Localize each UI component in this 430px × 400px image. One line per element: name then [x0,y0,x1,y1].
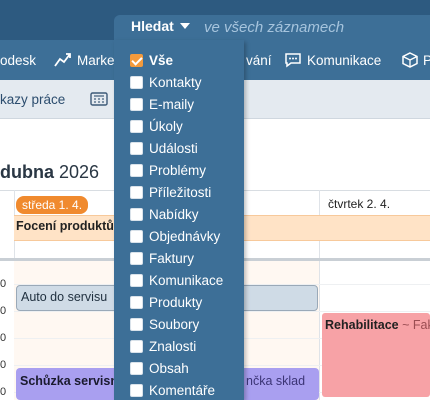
checkbox[interactable] [130,317,143,331]
time-label: 0 [0,332,7,344]
nav-item-label: Komunikace [307,52,382,68]
dropdown-option[interactable]: Úkoly [130,116,183,136]
dropdown-option[interactable]: Znalosti [130,336,196,356]
checkbox-checked[interactable] [130,53,143,67]
option-label: Objednávky [149,228,221,244]
option-label: Úkoly [149,118,183,134]
nav-item-hidden[interactable]: vání [246,40,272,80]
nav-item-products[interactable]: P [402,40,430,80]
allday-event[interactable]: Focení produktů [16,219,114,233]
option-label: Soubory [149,316,200,332]
event-title: Rehabilitace [325,318,399,332]
time-label: 0 [0,386,7,398]
nav-item-label: vání [246,52,272,68]
checkbox[interactable] [130,185,143,199]
option-label: E-maily [149,96,195,112]
search-scope-dropdown: Vše Kontakty E-maily Úkoly Události Prob… [114,40,244,400]
checkbox[interactable] [130,229,143,243]
event-subtitle: Fak [412,318,430,332]
chart-icon [54,53,71,67]
checkbox[interactable] [130,207,143,221]
dropdown-option-all[interactable]: Vše [130,50,173,70]
checkbox[interactable] [130,383,143,397]
dropdown-option[interactable]: Příležitosti [130,182,211,202]
option-label: Produkty [149,294,203,310]
option-label: Znalosti [149,338,197,354]
dropdown-option[interactable]: Události [130,138,198,158]
checkbox[interactable] [130,119,143,133]
calendar-event-rehab[interactable]: Rehabilitace ~ Fak [322,313,430,397]
option-label: Příležitosti [149,184,212,200]
option-label: Vše [149,52,174,68]
nav-item-label: odesk [0,52,37,68]
nav-item-label: Marke [77,52,115,68]
dropdown-option[interactable]: Problémy [130,160,206,180]
option-label: Faktury [149,250,195,266]
day-header-today[interactable]: středa 1. 4. [16,196,89,214]
time-label: 0 [0,359,7,371]
search-scope-button[interactable]: Hledat [131,18,174,34]
nav-item-komunikace[interactable]: Komunikace [284,40,381,80]
option-label: Komunikace [149,272,224,288]
option-label: Nabídky [149,206,199,222]
dropdown-option[interactable]: Kontakty [130,72,202,92]
calculator-icon[interactable] [90,80,108,118]
event-title: Schůzka servisn [20,374,118,388]
event-separator: ~ [402,318,410,332]
option-label: Události [149,140,198,156]
dropdown-option[interactable]: Nabídky [130,204,199,224]
option-label: Kontakty [149,74,202,90]
time-label: 0 [0,305,7,317]
nav-item-desk[interactable]: odesk [0,40,36,80]
option-label: Obsah [149,360,189,376]
checkbox[interactable] [130,273,143,287]
dropdown-option[interactable]: Objednávky [130,226,220,246]
dropdown-option[interactable]: Komunikace [130,270,223,290]
search-input[interactable] [198,15,430,40]
nav-item-label: P [423,52,430,68]
checkbox[interactable] [130,251,143,265]
checkbox[interactable] [130,75,143,89]
checkbox[interactable] [130,295,143,309]
calendar-title: dubna 2026 [0,162,99,183]
checkbox[interactable] [130,141,143,155]
option-label: Problémy [149,162,207,178]
calendar-month: dubna [0,162,54,182]
event-subtitle: nčka sklad [246,374,306,388]
checkbox[interactable] [130,339,143,353]
checkbox[interactable] [130,361,143,375]
day-header[interactable]: čtvrtek 2. 4. [328,197,390,211]
subnav-item-label: kazy práce [0,91,66,107]
time-label: 0 [0,278,7,290]
caret-down-icon[interactable] [179,22,191,30]
chat-icon [285,53,301,68]
dropdown-option[interactable]: E-maily [130,94,194,114]
calendar-year: 2026 [59,162,100,182]
checkbox[interactable] [130,163,143,177]
dropdown-option[interactable]: Faktury [130,248,194,268]
dropdown-option[interactable]: Komentáře [130,380,215,400]
dropdown-option[interactable]: Soubory [130,314,199,334]
box-icon [402,52,418,68]
dropdown-option[interactable]: Obsah [130,358,189,378]
nav-item-marketing[interactable]: Marke [54,40,115,80]
option-label: Komentáře [149,382,216,398]
subnav-item-work-orders[interactable]: kazy práce [0,80,65,118]
dropdown-option[interactable]: Produkty [130,292,202,312]
checkbox[interactable] [130,97,143,111]
